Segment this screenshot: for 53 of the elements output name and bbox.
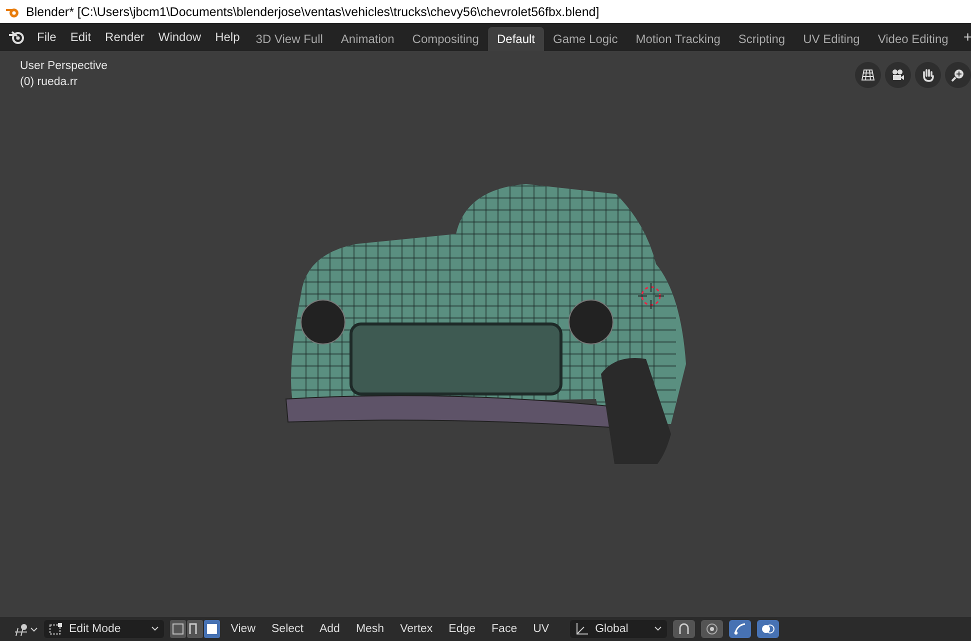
header-menu[interactable]: Edge (444, 621, 481, 637)
overlay-icon (761, 622, 776, 636)
header-menu[interactable]: UV (528, 621, 554, 637)
edit-mode-icon (49, 623, 63, 635)
camera-icon[interactable] (885, 62, 911, 88)
workspace-tab[interactable]: Game Logic (544, 26, 627, 50)
orientation-dropdown[interactable]: Global (570, 620, 668, 638)
editor-type-icon[interactable] (14, 622, 38, 636)
workspace-tab[interactable]: Video Editing (868, 26, 958, 50)
workspace-tab[interactable]: Motion Tracking (626, 26, 730, 50)
menu-item[interactable]: Window (151, 30, 208, 44)
magnet-icon (677, 622, 692, 636)
workspace-tab[interactable]: Compositing (403, 26, 488, 50)
add-workspace-button[interactable]: + (957, 28, 971, 46)
mode-dropdown[interactable]: Edit Mode (44, 620, 164, 638)
workspace-tab[interactable]: UV Editing (794, 26, 869, 50)
workspace-tab[interactable]: Animation (332, 26, 404, 50)
workspace-tab[interactable]: 3D View Full (246, 26, 332, 50)
grid-icon[interactable] (855, 62, 881, 88)
overlay-toggle[interactable] (757, 620, 780, 638)
app-logo-icon (6, 6, 20, 18)
snap-toggle[interactable] (673, 620, 696, 638)
menu-item[interactable]: Edit (63, 30, 98, 44)
header-menu[interactable]: Face (486, 621, 522, 637)
menu-item[interactable]: Render (98, 30, 152, 44)
edge-select-button[interactable] (186, 620, 203, 638)
axes-icon (575, 622, 590, 636)
window-title: Blender* [C:\Users\jbcm1\Documents\blenderjose\ventas\vehicles\trucks\chevy56\chevrolet56fbx.blend] (26, 4, 600, 18)
caret-icon (150, 626, 159, 632)
gizmo-toggle[interactable] (729, 620, 752, 638)
header-menu[interactable]: Select (266, 621, 308, 637)
object-name: (0) rueda.rr (20, 76, 79, 88)
header-menu[interactable]: Mesh (350, 621, 390, 637)
3d-cursor-icon (638, 283, 664, 309)
vertex-mode-icon (172, 623, 184, 635)
caret-icon (654, 626, 662, 632)
menu-item[interactable]: Help (208, 30, 247, 44)
menu-item[interactable]: File (30, 30, 64, 44)
gizmo-icon (733, 622, 748, 636)
face-select-button[interactable] (204, 620, 220, 638)
view-name: User Perspective (20, 60, 108, 72)
hand-icon[interactable] (915, 62, 941, 88)
header-menu[interactable]: Vertex (395, 621, 438, 637)
zoom-icon[interactable] (945, 62, 971, 88)
workspace-tab[interactable]: Scripting (729, 26, 794, 50)
header-menu[interactable]: Add (314, 621, 345, 637)
face-mode-icon (206, 623, 218, 635)
header-menu[interactable]: View (226, 621, 260, 637)
target-icon (705, 622, 720, 636)
app-logo-icon[interactable] (8, 30, 26, 44)
vertex-select-button[interactable] (170, 620, 186, 638)
proportional-toggle[interactable] (701, 620, 724, 638)
workspace-tab[interactable]: Default (488, 26, 544, 50)
